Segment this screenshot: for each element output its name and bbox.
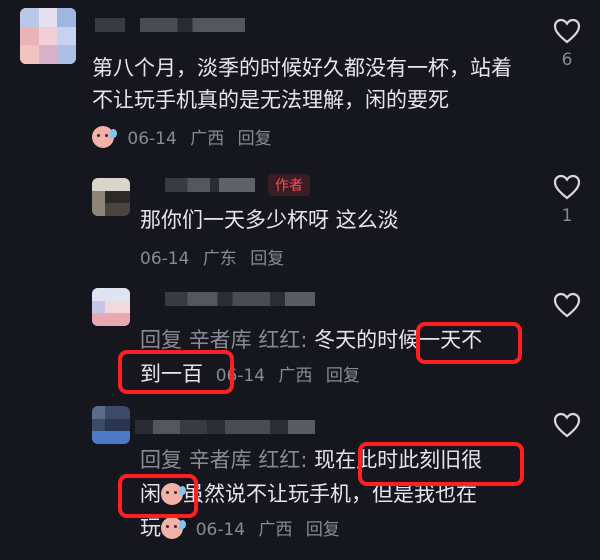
sweating-face-icon bbox=[161, 517, 186, 539]
reply-to-user[interactable]: 辛者库 红红: bbox=[189, 448, 308, 472]
comment-text: 玩 bbox=[140, 516, 161, 540]
username-blurred[interactable] bbox=[95, 18, 245, 32]
author-badge: 作者 bbox=[268, 174, 310, 196]
like-count: 1 bbox=[561, 206, 573, 226]
reply-button[interactable]: 回复 bbox=[238, 129, 272, 149]
reply-prefix: 回复 bbox=[140, 328, 182, 352]
reply-to-user[interactable]: 辛者库 红红: bbox=[189, 328, 308, 352]
like-button[interactable] bbox=[547, 292, 587, 318]
like-count: 6 bbox=[561, 50, 573, 70]
highlight-box bbox=[358, 442, 524, 486]
comment-text: 第八个月，淡季的时候好久都没有一杯，站着不让玩手机真的是无法理解，闲的要死 bbox=[92, 56, 512, 112]
username-blurred[interactable] bbox=[165, 178, 255, 192]
comment-location: 广西 bbox=[278, 366, 313, 386]
reply-button[interactable]: 回复 bbox=[250, 249, 284, 269]
comment-location: 广西 bbox=[258, 520, 293, 540]
sweating-face-icon bbox=[92, 126, 117, 148]
comment-meta: 06-14 广西 回复 bbox=[92, 124, 280, 149]
reply-button[interactable]: 回复 bbox=[306, 520, 340, 540]
avatar[interactable] bbox=[20, 8, 76, 64]
comment-meta: 06-14 广西 回复 bbox=[196, 520, 348, 540]
comment-date: 06-14 bbox=[195, 520, 246, 540]
comment-meta: 06-14 广东 回复 bbox=[140, 244, 292, 269]
highlight-box bbox=[118, 474, 198, 518]
comment-date: 06-14 bbox=[127, 129, 177, 149]
like-button[interactable]: 1 bbox=[547, 174, 587, 226]
reply-button[interactable]: 回复 bbox=[326, 366, 360, 386]
heart-icon bbox=[553, 412, 581, 438]
heart-icon bbox=[553, 174, 581, 200]
comment-meta: 06-14 广西 回复 bbox=[216, 366, 368, 386]
avatar[interactable] bbox=[92, 178, 130, 216]
comment-location: 广东 bbox=[202, 249, 237, 269]
username-blurred[interactable] bbox=[135, 420, 315, 434]
comment-date: 06-14 bbox=[140, 249, 190, 269]
like-button[interactable]: 6 bbox=[547, 18, 587, 70]
heart-icon bbox=[553, 292, 581, 318]
comment-text: 那你们一天多少杯呀 这么淡 bbox=[140, 208, 399, 232]
highlight-box bbox=[416, 322, 522, 364]
comment-location: 广西 bbox=[190, 129, 225, 149]
heart-icon bbox=[553, 18, 581, 44]
highlight-box bbox=[118, 350, 234, 394]
reply-prefix: 回复 bbox=[140, 448, 182, 472]
like-button[interactable] bbox=[547, 412, 587, 438]
avatar[interactable] bbox=[92, 288, 130, 326]
avatar[interactable] bbox=[92, 406, 130, 444]
username-blurred[interactable] bbox=[165, 292, 315, 306]
